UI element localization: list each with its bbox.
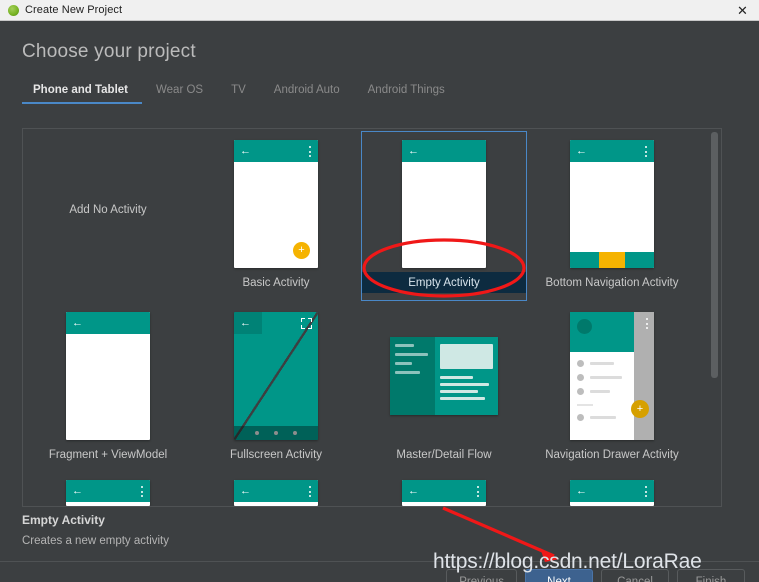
template-label: Master/Detail Flow bbox=[396, 449, 492, 461]
overflow-menu-icon bbox=[645, 486, 648, 497]
back-arrow-icon: ← bbox=[408, 485, 419, 497]
overflow-menu-icon bbox=[309, 486, 312, 497]
detail-pane bbox=[435, 337, 498, 415]
category-tabs: Phone and Tablet Wear OS TV Android Auto… bbox=[22, 76, 722, 104]
master-pane bbox=[390, 337, 436, 415]
tab-android-things[interactable]: Android Things bbox=[354, 84, 459, 104]
thumbnail-navigation-drawer-activity: + bbox=[530, 304, 694, 444]
phone-mock: ← bbox=[570, 480, 654, 506]
template-card-partial[interactable]: ← bbox=[361, 475, 527, 506]
back-arrow-icon: ← bbox=[72, 317, 83, 329]
thumbnail-fragment-viewmodel: ← bbox=[26, 304, 190, 444]
scrollbar-thumb[interactable] bbox=[711, 132, 718, 378]
template-card-partial[interactable]: ← bbox=[529, 475, 695, 506]
thumbnail-partial: ← bbox=[362, 476, 526, 506]
template-label: Fragment + ViewModel bbox=[48, 449, 168, 461]
template-card-fragment-viewmodel[interactable]: ← Fragment + ViewModel bbox=[25, 303, 191, 473]
overflow-menu-icon bbox=[309, 146, 312, 157]
system-navigation-bar bbox=[234, 426, 318, 440]
android-studio-icon bbox=[8, 4, 19, 16]
selected-template-description: Creates a new empty activity bbox=[22, 535, 170, 547]
overflow-menu-icon bbox=[645, 146, 648, 157]
watermark-label: https://blog.csdn.net/LoraRae bbox=[433, 550, 702, 573]
thumbnail-partial: ← bbox=[26, 476, 190, 506]
template-card-navigation-drawer-activity[interactable]: + Navigation Drawer Activity bbox=[529, 303, 695, 473]
thumbnail-empty-activity: ← bbox=[362, 132, 526, 272]
template-label: Bottom Navigation Activity bbox=[545, 277, 679, 289]
thumbnail-bottom-navigation-activity: ← bbox=[530, 132, 694, 272]
watermark-text: https://blog.csdn.net/LoraRae bbox=[433, 550, 702, 574]
drawer-header-line bbox=[577, 431, 625, 434]
phone-mock: ← bbox=[66, 312, 150, 440]
master-detail-mock bbox=[390, 337, 498, 415]
phone-mock: ← bbox=[234, 480, 318, 506]
template-label: Add No Activity bbox=[69, 204, 147, 216]
bottom-navigation-bar bbox=[570, 252, 654, 268]
window-title: Create New Project bbox=[25, 4, 123, 16]
template-label: Fullscreen Activity bbox=[229, 449, 323, 461]
tab-phone-and-tablet[interactable]: Phone and Tablet bbox=[22, 84, 142, 104]
template-card-empty-activity[interactable]: ← Empty Activity bbox=[361, 131, 527, 301]
phone-mock: ← bbox=[570, 140, 654, 268]
overflow-menu-icon bbox=[477, 486, 480, 497]
template-grid-scrollbar[interactable] bbox=[709, 130, 720, 506]
template-card-master-detail-flow[interactable]: Master/Detail Flow bbox=[361, 303, 527, 473]
phone-mock: ← bbox=[402, 480, 486, 506]
template-grid: Add No Activity ← + Basic Activity ← Emp… bbox=[23, 129, 709, 506]
thumbnail-partial: ← bbox=[194, 476, 358, 506]
template-card-add-no-activity[interactable]: Add No Activity bbox=[25, 131, 191, 301]
phone-mock: ← + bbox=[234, 140, 318, 268]
selected-template-title: Empty Activity bbox=[22, 513, 105, 527]
avatar bbox=[577, 319, 592, 334]
overflow-menu-icon bbox=[141, 486, 144, 497]
detail-card bbox=[440, 344, 493, 369]
floating-action-button-icon: + bbox=[631, 400, 649, 418]
template-label: Basic Activity bbox=[242, 277, 310, 289]
drawer-divider bbox=[577, 404, 593, 406]
overflow-menu-icon bbox=[646, 318, 649, 329]
template-card-partial[interactable]: ← bbox=[25, 475, 191, 506]
page-title: Choose your project bbox=[22, 41, 196, 62]
back-arrow-icon: ← bbox=[576, 145, 587, 157]
fullscreen-expand-icon bbox=[301, 318, 312, 329]
template-card-basic-activity[interactable]: ← + Basic Activity bbox=[193, 131, 359, 301]
thumbnail-master-detail-flow bbox=[362, 304, 526, 444]
tab-tv[interactable]: TV bbox=[217, 84, 260, 104]
template-card-bottom-navigation-activity[interactable]: ← Bottom Navigation Activity bbox=[529, 131, 695, 301]
back-arrow-icon: ← bbox=[72, 485, 83, 497]
phone-mock: ← bbox=[234, 312, 318, 440]
nav-drawer-mock: + bbox=[570, 312, 654, 440]
back-arrow-icon: ← bbox=[576, 485, 587, 497]
back-arrow-icon: ← bbox=[240, 317, 251, 329]
close-icon[interactable]: ✕ bbox=[735, 3, 750, 18]
floating-action-button-icon: + bbox=[293, 242, 310, 259]
template-label: Navigation Drawer Activity bbox=[545, 449, 679, 461]
back-arrow-icon: ← bbox=[240, 485, 251, 497]
phone-mock: ← bbox=[66, 480, 150, 506]
back-arrow-icon: ← bbox=[240, 145, 251, 157]
tab-wear-os[interactable]: Wear OS bbox=[142, 84, 217, 104]
thumbnail-fullscreen-activity: ← bbox=[194, 304, 358, 444]
template-grid-panel: Add No Activity ← + Basic Activity ← Emp… bbox=[22, 128, 722, 507]
template-card-fullscreen-activity[interactable]: ← Fullscreen Activity bbox=[193, 303, 359, 473]
thumbnail-basic-activity: ← + bbox=[194, 132, 358, 272]
back-arrow-icon: ← bbox=[408, 145, 419, 157]
phone-mock: ← bbox=[402, 140, 486, 268]
window-titlebar: Create New Project ✕ bbox=[0, 0, 759, 21]
tab-android-auto[interactable]: Android Auto bbox=[260, 84, 354, 104]
dialog-body: Choose your project Phone and Tablet Wea… bbox=[0, 21, 759, 582]
template-card-partial[interactable]: ← bbox=[193, 475, 359, 506]
template-label: Empty Activity bbox=[362, 272, 526, 293]
thumbnail-partial: ← bbox=[530, 476, 694, 506]
create-new-project-dialog: Create New Project ✕ Choose your project… bbox=[0, 0, 759, 582]
